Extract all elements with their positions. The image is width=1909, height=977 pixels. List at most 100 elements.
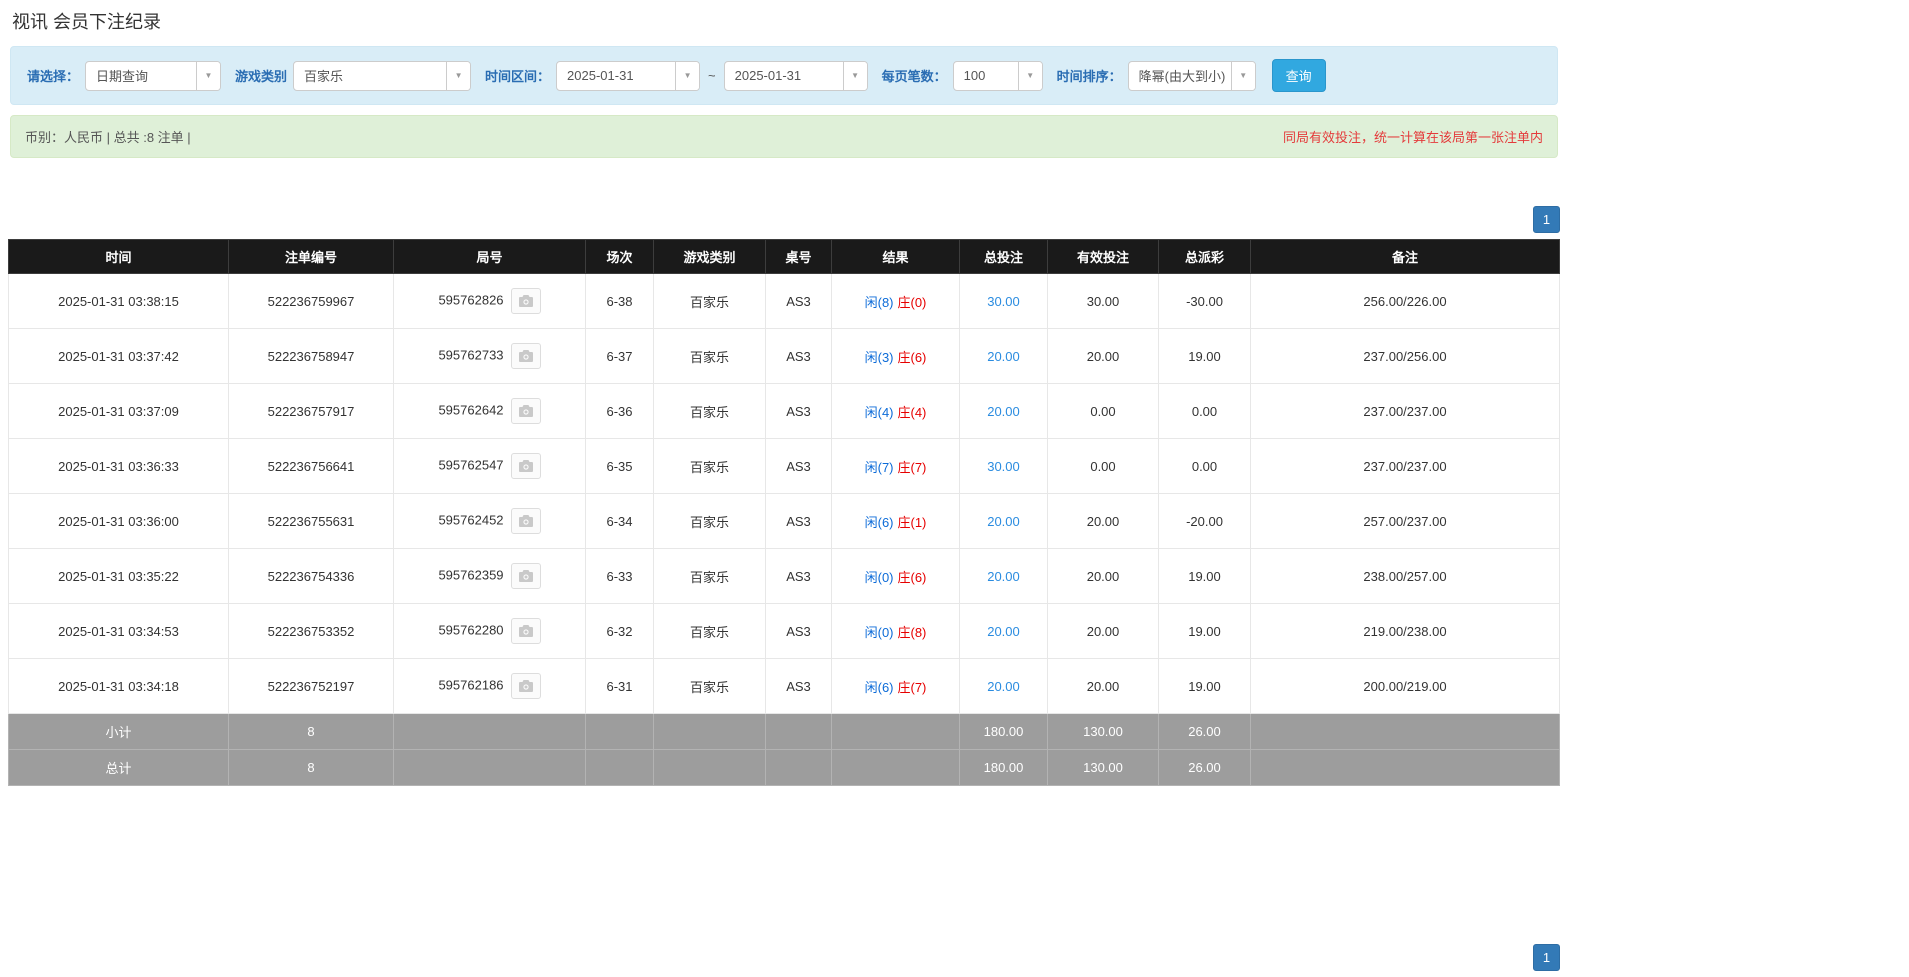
video-replay-button[interactable] — [510, 563, 541, 589]
camera-icon — [518, 405, 533, 417]
total-bet-link[interactable]: 20.00 — [987, 349, 1020, 364]
cell-result: 闲(6) 庄(7) — [831, 658, 960, 714]
result-banker: 庄(1) — [897, 514, 927, 530]
total-bet-link[interactable]: 20.00 — [987, 404, 1020, 419]
result-banker: 庄(8) — [897, 624, 927, 640]
video-replay-button[interactable] — [510, 508, 541, 534]
video-replay-button[interactable] — [510, 288, 541, 314]
cell-total-bet: 20.00 — [959, 493, 1048, 549]
result-banker: 庄(6) — [897, 349, 927, 365]
total-bet-link[interactable]: 30.00 — [987, 459, 1020, 474]
round-number: 595762359 — [438, 567, 504, 583]
cell-bet-id: 522236758947 — [228, 328, 394, 384]
col-game-type: 游戏类别 — [653, 239, 766, 274]
cell-time: 2025-01-31 03:34:18 — [8, 658, 229, 714]
time-range-label: 时间区间： — [485, 69, 551, 84]
cell-session: 6-36 — [585, 383, 654, 439]
cell-result: 闲(0) 庄(6) — [831, 548, 960, 604]
date-from-select[interactable]: 2025-01-31 ▼ — [556, 60, 701, 91]
game-type-value: 百家乐 — [304, 69, 344, 84]
chevron-down-icon[interactable]: ▼ — [446, 61, 471, 90]
page-1-button[interactable]: 1 — [1533, 944, 1560, 971]
summary-bar: 币别：人民币 | 总共 :8 注单 | 同局有效投注，统一计算在该局第一张注单内 — [10, 115, 1558, 158]
per-page-value: 100 — [963, 68, 986, 83]
chevron-down-icon[interactable]: ▼ — [196, 61, 221, 90]
result-player: 闲(0) — [864, 569, 894, 585]
video-replay-button[interactable] — [510, 398, 541, 424]
cell-game-type: 百家乐 — [653, 273, 766, 329]
video-replay-button[interactable] — [510, 453, 541, 479]
total-bet-link[interactable]: 20.00 — [987, 569, 1020, 584]
chevron-down-icon[interactable]: ▼ — [842, 61, 867, 90]
cell-payout: 19.00 — [1158, 548, 1251, 604]
cell-session: 6-33 — [585, 548, 654, 604]
sort-value: 降幂(由大到小) — [1138, 69, 1226, 84]
video-replay-button[interactable] — [510, 618, 541, 644]
sort-select[interactable]: 降幂(由大到小) ▼ — [1127, 60, 1256, 91]
date-to-select[interactable]: 2025-01-31 ▼ — [723, 60, 868, 91]
cell-game-type: 百家乐 — [653, 328, 766, 384]
table-row: 2025-01-31 03:36:33 522236756641 5957625… — [8, 438, 1560, 494]
video-replay-button[interactable] — [510, 343, 541, 369]
cell-game-type: 百家乐 — [653, 493, 766, 549]
result-player: 闲(7) — [864, 459, 894, 475]
cell-valid-bet: 20.00 — [1047, 328, 1159, 384]
query-mode-select[interactable]: 日期查询 ▼ — [85, 60, 222, 91]
date-from-value: 2025-01-31 — [567, 68, 634, 83]
cell-bet-id: 522236756641 — [228, 438, 394, 494]
cell-valid-bet: 0.00 — [1047, 383, 1159, 439]
cell-total-bet: 20.00 — [959, 328, 1048, 384]
game-type-select[interactable]: 百家乐 ▼ — [293, 60, 472, 91]
cell-total-bet: 30.00 — [959, 438, 1048, 494]
total-bet-link[interactable]: 20.00 — [987, 679, 1020, 694]
cell-round: 595762186 — [393, 658, 586, 714]
query-mode-value: 日期查询 — [96, 69, 149, 84]
cell-valid-bet: 20.00 — [1047, 603, 1159, 659]
cell-time: 2025-01-31 03:34:53 — [8, 603, 229, 659]
cell-valid-bet: 20.00 — [1047, 658, 1159, 714]
total-payout: 26.00 — [1158, 749, 1251, 786]
result-banker: 庄(7) — [897, 459, 927, 475]
cell-table-no: AS3 — [765, 273, 832, 329]
summary-currency-count: 币别：人民币 | 总共 :8 注单 | — [25, 130, 191, 145]
round-number: 595762280 — [438, 622, 504, 638]
table-body: 2025-01-31 03:38:15 522236759967 5957628… — [8, 273, 1560, 714]
result-banker: 庄(6) — [897, 569, 927, 585]
sort-label: 时间排序： — [1056, 69, 1122, 84]
cell-session: 6-38 — [585, 273, 654, 329]
cell-result: 闲(4) 庄(4) — [831, 383, 960, 439]
col-payout: 总派彩 — [1158, 239, 1251, 274]
video-replay-button[interactable] — [510, 673, 541, 699]
table-row: 2025-01-31 03:38:15 522236759967 5957628… — [8, 273, 1560, 329]
col-valid-bet: 有效投注 — [1047, 239, 1159, 274]
chevron-down-icon[interactable]: ▼ — [1230, 61, 1255, 90]
chevron-down-icon[interactable]: ▼ — [675, 61, 700, 90]
page-1-button[interactable]: 1 — [1533, 206, 1560, 233]
cell-valid-bet: 20.00 — [1047, 493, 1159, 549]
cell-session: 6-37 — [585, 328, 654, 384]
table-header-row: 时间 注单编号 局号 场次 游戏类别 桌号 结果 总投注 有效投注 总派彩 备注 — [8, 239, 1560, 274]
search-button[interactable]: 查询 — [1271, 59, 1326, 92]
total-bet-link[interactable]: 20.00 — [987, 624, 1020, 639]
round-number: 595762642 — [438, 402, 504, 418]
cell-game-type: 百家乐 — [653, 658, 766, 714]
result-banker: 庄(0) — [897, 294, 927, 310]
cell-round: 595762452 — [393, 493, 586, 549]
total-total-bet: 180.00 — [959, 749, 1048, 786]
cell-note: 256.00/226.00 — [1250, 273, 1560, 329]
result-player: 闲(0) — [864, 624, 894, 640]
cell-bet-id: 522236752197 — [228, 658, 394, 714]
filter-bar: 请选择： 日期查询 ▼ 游戏类别 百家乐 ▼ 时间区间： 2025-01-31 … — [10, 46, 1558, 105]
cell-valid-bet: 0.00 — [1047, 438, 1159, 494]
col-note: 备注 — [1250, 239, 1560, 274]
cell-bet-id: 522236755631 — [228, 493, 394, 549]
cell-note: 237.00/237.00 — [1250, 383, 1560, 439]
chevron-down-icon[interactable]: ▼ — [1017, 61, 1042, 90]
per-page-select[interactable]: 100 ▼ — [952, 60, 1043, 91]
total-bet-link[interactable]: 20.00 — [987, 514, 1020, 529]
cell-table-no: AS3 — [765, 438, 832, 494]
cell-table-no: AS3 — [765, 548, 832, 604]
total-bet-link[interactable]: 30.00 — [987, 294, 1020, 309]
result-player: 闲(4) — [864, 404, 894, 420]
cell-round: 595762642 — [393, 383, 586, 439]
